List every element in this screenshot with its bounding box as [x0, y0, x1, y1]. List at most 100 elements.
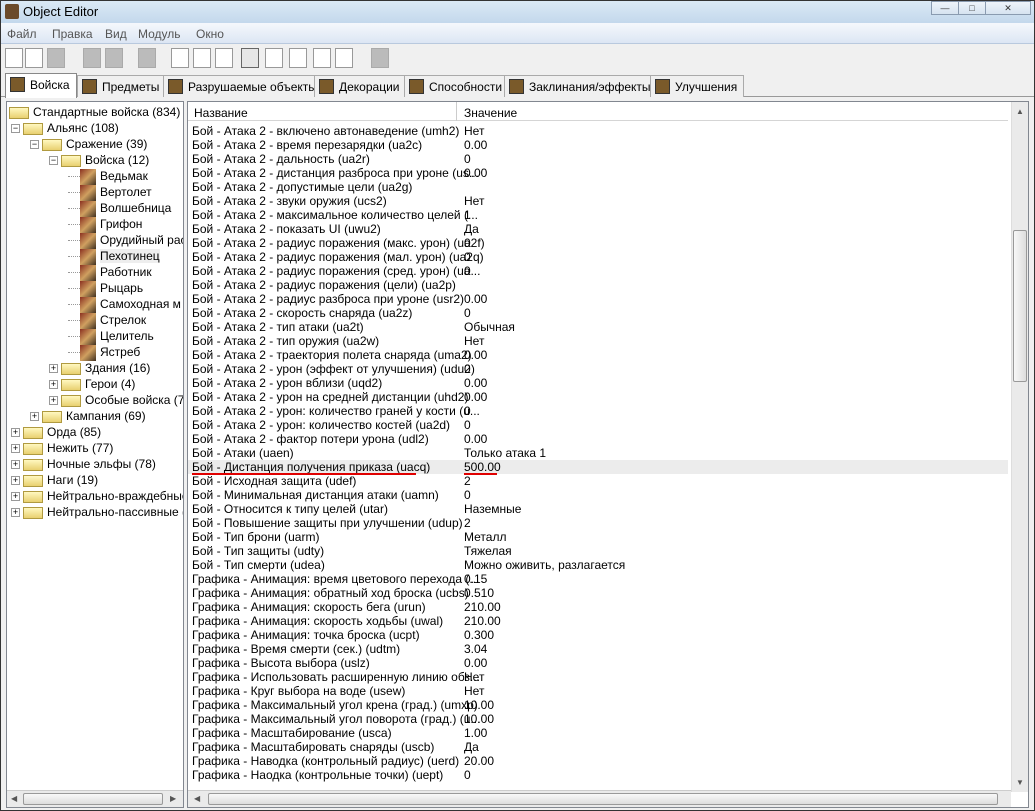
property-value[interactable]: Да	[464, 222, 479, 236]
cube-button[interactable]	[313, 48, 331, 68]
property-row[interactable]: Бой - Атака 2 - урон вблизи (uqd2) 0.00	[188, 376, 1008, 390]
property-value[interactable]: 0.00	[464, 166, 487, 180]
property-row[interactable]: Графика - Анимация: скорость ходьбы (uwa…	[188, 614, 1008, 628]
tab-1[interactable]: Предметы	[77, 75, 167, 97]
property-row[interactable]: Бой - Атака 2 - показать UI (uwu2) Да	[188, 222, 1008, 236]
expand-icon[interactable]: +	[49, 380, 58, 390]
property-row[interactable]: Графика - Наодка (контрольные точки) (ue…	[188, 768, 1008, 782]
minimize-button[interactable]: —	[931, 1, 959, 15]
expand-icon[interactable]: +	[49, 396, 58, 406]
property-value[interactable]: 0	[464, 306, 471, 320]
property-row[interactable]: Графика - Анимация: точка броска (ucpt) 0…	[188, 628, 1008, 642]
property-row[interactable]: Бой - Атака 2 - урон (эффект от улучшени…	[188, 362, 1008, 376]
property-value[interactable]: 0	[464, 418, 471, 432]
property-row[interactable]: Бой - Атака 2 - допустимые цели (ua2g)	[188, 180, 1008, 194]
property-value[interactable]: 500.00	[464, 460, 501, 474]
property-row[interactable]: Бой - Атака 2 - урон: количество граней …	[188, 404, 1008, 418]
collapse-icon[interactable]: −	[49, 156, 58, 166]
doodads-button[interactable]	[289, 48, 307, 68]
close-button[interactable]: ✕	[985, 1, 1031, 15]
text-button[interactable]	[193, 48, 211, 68]
property-row[interactable]: Бой - Атака 2 - радиус поражения (макс. …	[188, 236, 1008, 250]
property-row[interactable]: Графика - Наводка (контрольный радиус) (…	[188, 754, 1008, 768]
scroll-left-icon[interactable]: ◀	[194, 794, 200, 803]
property-row[interactable]: Бой - Тип брони (uarm) Металл	[188, 530, 1008, 544]
expand-icon[interactable]: +	[11, 444, 20, 454]
property-row[interactable]: Бой - Атака 2 - скорость снаряда (ua2z) 0	[188, 306, 1008, 320]
property-value[interactable]: 0.00	[464, 656, 487, 670]
property-row[interactable]: Бой - Атака 2 - траектория полета снаряд…	[188, 348, 1008, 362]
property-row[interactable]: Бой - Атака 2 - дистанция разброса при у…	[188, 166, 1008, 180]
property-row[interactable]: Бой - Атака 2 - фактор потери урона (udl…	[188, 432, 1008, 446]
tree-item[interactable]: + Нейтрально-враждебные	[11, 488, 183, 504]
save-button[interactable]	[47, 48, 65, 68]
property-row[interactable]: Бой - Относится к типу целей (utar) Назем…	[188, 502, 1008, 516]
sound-button[interactable]	[215, 48, 233, 68]
property-value[interactable]: 10.00	[464, 698, 494, 712]
column-header-name[interactable]: Название	[194, 106, 248, 120]
property-value[interactable]: Тяжелая	[464, 544, 512, 558]
open-button[interactable]	[25, 48, 43, 68]
scroll-right-icon[interactable]: ▶	[170, 794, 176, 803]
property-row[interactable]: Бой - Атака 2 - радиус поражения (сред. …	[188, 264, 1008, 278]
property-row[interactable]: Бой - Атака 2 - радиус поражения (мал. у…	[188, 250, 1008, 264]
tab-4[interactable]: Способности	[404, 75, 510, 97]
property-value[interactable]: Наземные	[464, 502, 521, 516]
property-value[interactable]: 0.00	[464, 292, 487, 306]
tab-0[interactable]: Войска	[5, 73, 77, 98]
tree-item[interactable]: Вертолет	[68, 184, 152, 201]
property-value[interactable]: 20.00	[464, 754, 494, 768]
property-row[interactable]: Бой - Атака 2 - максимальное количество …	[188, 208, 1008, 222]
property-row[interactable]: Бой - Атака 2 - урон: количество костей …	[188, 418, 1008, 432]
tree-item[interactable]: Пехотинец	[68, 248, 160, 265]
property-row[interactable]: Графика - Высота выбора (uslz) 0.00	[188, 656, 1008, 670]
property-row[interactable]: Бой - Минимальная дистанция атаки (uamn)…	[188, 488, 1008, 502]
expand-icon[interactable]: +	[11, 492, 20, 502]
tree-item[interactable]: − Альянс (108)	[11, 120, 119, 136]
tree-item[interactable]: + Орда (85)	[11, 424, 101, 440]
tree-horizontal-scrollbar[interactable]: ◀ ▶	[7, 790, 183, 807]
property-row[interactable]: Бой - Исходная защита (udef) 2	[188, 474, 1008, 488]
property-value[interactable]: 0.00	[464, 138, 487, 152]
object-tree[interactable]: Стандартные войска (834) − Альянс (108) − Ср…	[6, 101, 184, 808]
property-value[interactable]: 0.15	[464, 572, 487, 586]
property-value[interactable]: 0	[464, 250, 471, 264]
tree-item[interactable]: + Нейтрально-пассивные (1	[11, 504, 183, 520]
new-button[interactable]	[5, 48, 23, 68]
scroll-down-icon[interactable]: ▼	[1016, 778, 1024, 787]
tree-item[interactable]: Стандартные войска (834)	[9, 104, 180, 120]
tree-item[interactable]: + Особые войска (7)	[49, 392, 183, 408]
property-row[interactable]: Бой - Атака 2 - тип оружия (ua2w) Нет	[188, 334, 1008, 348]
menu-view[interactable]: Вид	[105, 27, 127, 41]
property-value[interactable]: 3.04	[464, 642, 487, 656]
tree-item[interactable]: Целитель	[68, 328, 154, 345]
property-value[interactable]: 1	[464, 208, 471, 222]
property-value[interactable]: Можно оживить, разлагается	[464, 558, 625, 572]
property-value[interactable]: Только атака 1	[464, 446, 546, 460]
property-value[interactable]: 0.300	[464, 628, 494, 642]
tree-item[interactable]: + Ночные эльфы (78)	[11, 456, 156, 472]
scrollbar-thumb[interactable]	[23, 793, 163, 805]
tree-item[interactable]: + Кампания (69)	[30, 408, 146, 424]
property-value[interactable]: 0.00	[464, 376, 487, 390]
tab-6[interactable]: Улучшения	[650, 75, 745, 97]
property-value[interactable]: 1.00	[464, 726, 487, 740]
property-row[interactable]: Бой - Атака 2 - радиус поражения (цели) …	[188, 278, 1008, 292]
tree-item[interactable]: − Сражение (39)	[30, 136, 147, 152]
property-value[interactable]: Обычная	[464, 320, 515, 334]
import-button[interactable]	[335, 48, 353, 68]
property-value[interactable]: 0.00	[464, 432, 487, 446]
property-value[interactable]: 0	[464, 152, 471, 166]
property-value[interactable]: 0	[464, 264, 471, 278]
property-value[interactable]: 0	[464, 488, 471, 502]
property-value[interactable]: 0	[464, 768, 471, 782]
list-vertical-scrollbar[interactable]: ▲ ▼	[1011, 102, 1028, 792]
property-value[interactable]: 210.00	[464, 614, 501, 628]
tree-item[interactable]: Работник	[68, 264, 152, 281]
tree-item[interactable]: Волшебница	[68, 200, 171, 217]
property-value[interactable]: 0.00	[464, 348, 487, 362]
property-value[interactable]: 210.00	[464, 600, 501, 614]
tree-item[interactable]: + Нежить (77)	[11, 440, 113, 456]
property-value[interactable]: Нет	[464, 124, 484, 138]
property-row[interactable]: Бой - Атаки (uaen) Только атака 1	[188, 446, 1008, 460]
